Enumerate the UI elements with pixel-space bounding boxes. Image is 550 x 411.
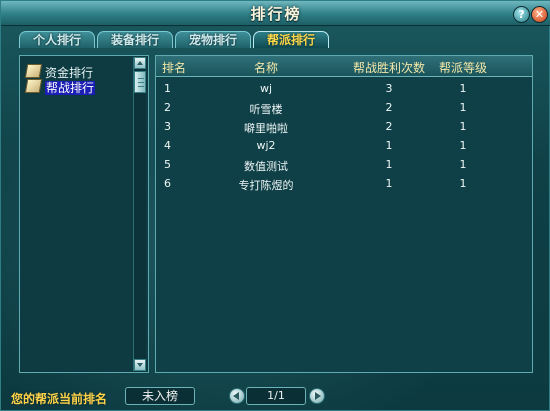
header-name: 名称	[253, 61, 278, 75]
sidebar-item-label: 资金排行	[45, 66, 94, 80]
cell-rank: 4	[164, 139, 171, 152]
cell-rank: 3	[164, 120, 171, 133]
cell-level: 1	[459, 139, 467, 152]
table-row[interactable]: 5 数值测试 1 1	[156, 156, 532, 175]
cell-name: 数值测试	[244, 160, 288, 173]
cell-name: wj2	[256, 139, 276, 152]
cell-rank: 2	[164, 101, 171, 114]
page-indicator: 1/1	[246, 387, 306, 405]
cell-rank: 1	[164, 82, 171, 95]
table-row[interactable]: 6 专打陈煜的 1 1	[156, 175, 532, 194]
scroll-thumb[interactable]	[134, 71, 146, 93]
close-icon[interactable]: ✕	[531, 6, 548, 23]
table-row[interactable]: 4 wj2 1 1	[156, 137, 532, 156]
cell-level: 1	[459, 120, 467, 133]
tab-guild-ranking[interactable]: 帮派排行	[253, 31, 329, 48]
table-header: 排名 名称 帮战胜利次数 帮派等级	[156, 56, 532, 77]
header-level: 帮派等级	[438, 61, 487, 75]
cell-name: 噼里啪啦	[244, 122, 288, 135]
table-row[interactable]: 3 噼里啪啦 2 1	[156, 118, 532, 137]
window-title: 排行榜	[250, 5, 302, 23]
category-list-panel: 资金排行 帮战排行	[19, 55, 149, 373]
cell-name: wj	[259, 82, 273, 95]
cell-level: 1	[459, 82, 467, 95]
cell-rank: 5	[164, 158, 171, 171]
pagination: 1/1	[229, 387, 325, 405]
cell-name: 听雪楼	[249, 103, 283, 116]
table-row[interactable]: 2 听雪楼 2 1	[156, 99, 532, 118]
tab-pet-ranking[interactable]: 宠物排行	[175, 31, 251, 48]
scroll-down-icon[interactable]	[134, 359, 146, 371]
help-icon[interactable]: ?	[513, 6, 530, 23]
table-row[interactable]: 1 wj 3 1	[156, 80, 532, 99]
prev-page-icon[interactable]	[229, 388, 245, 404]
scroll-up-icon[interactable]	[134, 57, 146, 69]
category-list-scrollbar[interactable]	[133, 57, 146, 371]
cell-level: 1	[459, 101, 467, 114]
document-icon	[24, 64, 43, 78]
tab-personal-ranking[interactable]: 个人排行	[19, 31, 95, 48]
ranking-table: 排名 名称 帮战胜利次数 帮派等级 1 wj 3 1 2 听雪楼 2 1 3 噼…	[155, 55, 533, 373]
sidebar-item-label: 帮战排行	[45, 81, 96, 95]
cell-name: 专打陈煜的	[238, 179, 294, 192]
header-rank: 排名	[161, 61, 186, 75]
sidebar-item-guild-war-ranking[interactable]: 帮战排行	[24, 79, 96, 95]
tab-equipment-ranking[interactable]: 装备排行	[97, 31, 173, 48]
title-bar[interactable]: 排行榜 ? ✕	[1, 1, 550, 26]
leaderboard-window: 排行榜 ? ✕ 个人排行 装备排行 宠物排行 帮派排行 资金排行 帮战排行 排名…	[0, 0, 550, 411]
next-page-icon[interactable]	[309, 388, 325, 404]
cell-rank: 6	[164, 177, 171, 190]
cell-level: 1	[459, 177, 467, 190]
sidebar-item-funds-ranking[interactable]: 资金排行	[24, 64, 94, 80]
my-guild-rank-label: 您的帮派当前排名	[11, 392, 108, 406]
my-guild-rank-value: 未入榜	[125, 387, 195, 405]
cell-level: 1	[459, 158, 467, 171]
document-icon	[24, 79, 43, 93]
